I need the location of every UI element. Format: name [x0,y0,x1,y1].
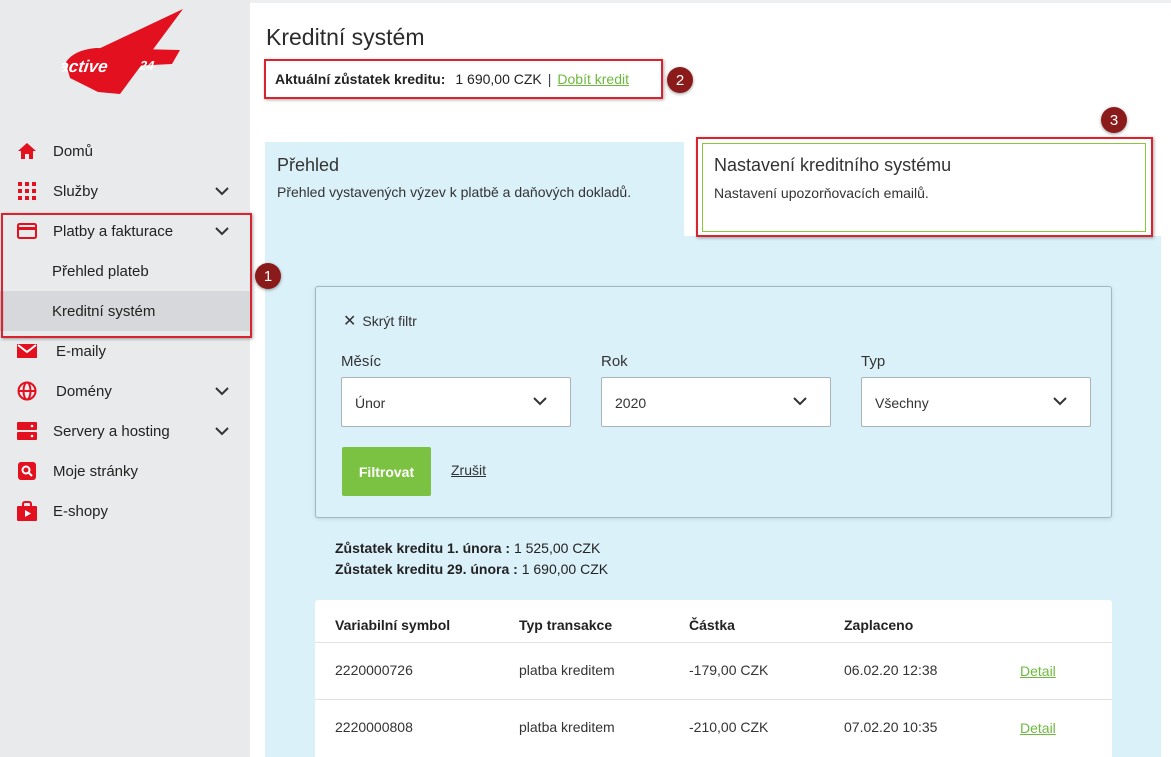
balance-end: Zůstatek kreditu 29. února : 1 690,00 CZ… [335,561,608,577]
balance-start: Zůstatek kreditu 1. února : 1 525,00 CZK [335,540,600,556]
server-icon [17,421,37,441]
column-header-symbol: Variabilní symbol [335,617,451,633]
balance-label: Aktuální zůstatek kreditu: [275,71,446,87]
column-header-paid: Zaplaceno [844,617,914,633]
month-select[interactable]: Únor [341,377,571,427]
sidebar-item-label: Moje stránky [53,462,139,480]
row-divider [315,642,1112,643]
sidebar-item-label: E-shopy [53,502,109,520]
top-divider [250,0,1171,3]
sidebar-item-emails[interactable]: E-maily [0,331,250,371]
sidebar-item-my-pages[interactable]: Moje stránky [0,451,250,491]
sidebar-item-credit-system[interactable]: Kreditní systém [0,291,250,331]
close-icon: ✕ [343,313,357,330]
tab-description: Nastavení upozorňovacích emailů. [714,185,929,201]
type-select[interactable]: Všechny [861,377,1091,427]
chevron-down-icon [214,424,230,438]
sidebar: active 24 Domů Služby Platby a fakturace [0,0,250,757]
balance-start-label: Zůstatek kreditu 1. února : [335,540,511,556]
sidebar-item-label: Přehled plateb [52,262,149,280]
credit-balance: Aktuální zůstatek kreditu: 1 690,00 CZK | D… [275,71,629,87]
annotation-badge-2: 2 [667,67,693,93]
sidebar-item-label: Domů [53,142,94,160]
sidebar-item-eshops[interactable]: E-shopy [0,491,250,531]
sidebar-item-label: E-maily [56,342,107,360]
chevron-down-icon [214,224,230,238]
balance-end-value: 1 690,00 CZK [521,561,609,577]
balance-separator: | [547,71,552,87]
balance-start-value: 1 525,00 CZK [513,540,601,556]
svg-text:24: 24 [138,58,156,73]
hide-filter-label: Skrýt filtr [362,313,417,329]
cancel-filter-link[interactable]: Zrušit [451,462,486,478]
cell-paid: 06.02.20 12:38 [844,662,938,678]
tab-title: Nastavení kreditního systému [714,155,952,175]
annotation-badge-3: 3 [1101,107,1127,133]
sidebar-item-label: Domény [56,382,112,400]
sidebar-item-payments[interactable]: Platby a fakturace [0,211,250,251]
row-divider [315,699,1112,700]
balance-end-label: Zůstatek kreditu 29. února : [335,561,518,577]
mail-icon [17,341,37,361]
detail-link[interactable]: Detail [1020,663,1056,679]
cell-type: platba kreditem [519,662,615,678]
transactions-table: Variabilní symbol Typ transakce Částka Z… [315,600,1112,757]
column-header-type: Typ transakce [519,617,613,633]
type-label: Typ [861,353,886,370]
sidebar-item-payment-overview[interactable]: Přehled plateb [0,251,250,291]
active24-logo[interactable]: active 24 [58,6,188,94]
chevron-down-icon [532,394,548,408]
year-value: 2020 [615,395,647,411]
sidebar-item-label: Servery a hosting [53,422,170,440]
credit-card-icon [17,221,37,241]
sidebar-item-label: Kreditní systém [52,302,156,320]
cell-symbol: 2220000808 [335,719,413,735]
tab-title: Přehled [277,155,340,175]
shop-bag-icon [17,501,37,521]
chevron-down-icon [214,384,230,398]
chevron-down-icon [1052,394,1068,408]
cell-amount: -210,00 CZK [689,719,769,735]
cell-type: platba kreditem [519,719,615,735]
filter-button[interactable]: Filtrovat [342,447,431,496]
home-icon [17,141,37,161]
svg-text:active: active [62,57,110,76]
chevron-down-icon [792,394,808,408]
sidebar-item-services[interactable]: Služby [0,171,250,211]
sidebar-item-label: Služby [53,182,99,200]
year-select[interactable]: 2020 [601,377,831,427]
tab-credit-settings[interactable]: Nastavení kreditního systému Nastavení u… [702,143,1146,232]
tab-description: Přehled vystavených výzev k platbě a daň… [277,184,632,200]
year-label: Rok [601,353,628,370]
cell-paid: 07.02.20 10:35 [844,719,938,735]
sidebar-item-home[interactable]: Domů [0,131,250,171]
sidebar-item-servers[interactable]: Servery a hosting [0,411,250,451]
cell-symbol: 2220000726 [335,662,413,678]
column-header-amount: Částka [689,617,735,633]
sidebar-item-domains[interactable]: Domény [0,371,250,411]
chevron-down-icon [214,184,230,198]
topup-credit-link[interactable]: Dobít kredit [557,71,629,87]
grid-icon [17,181,37,201]
search-page-icon [17,461,37,481]
annotation-badge-1: 1 [255,263,281,289]
hide-filter-button[interactable]: ✕ Skrýt filtr [343,311,417,331]
detail-link[interactable]: Detail [1020,720,1056,736]
tab-overview[interactable]: Přehled Přehled vystavených výzev k plat… [265,142,684,238]
type-value: Všechny [875,395,929,411]
globe-icon [17,381,37,401]
cell-amount: -179,00 CZK [689,662,769,678]
balance-value: 1 690,00 CZK [455,71,542,87]
month-label: Měsíc [341,353,382,370]
sidebar-item-label: Platby a fakturace [53,222,174,240]
month-value: Únor [355,395,386,411]
page-title: Kreditní systém [266,24,425,50]
filter-panel: ✕ Skrýt filtr Měsíc Únor Rok 2020 Typ Vš… [315,286,1112,518]
